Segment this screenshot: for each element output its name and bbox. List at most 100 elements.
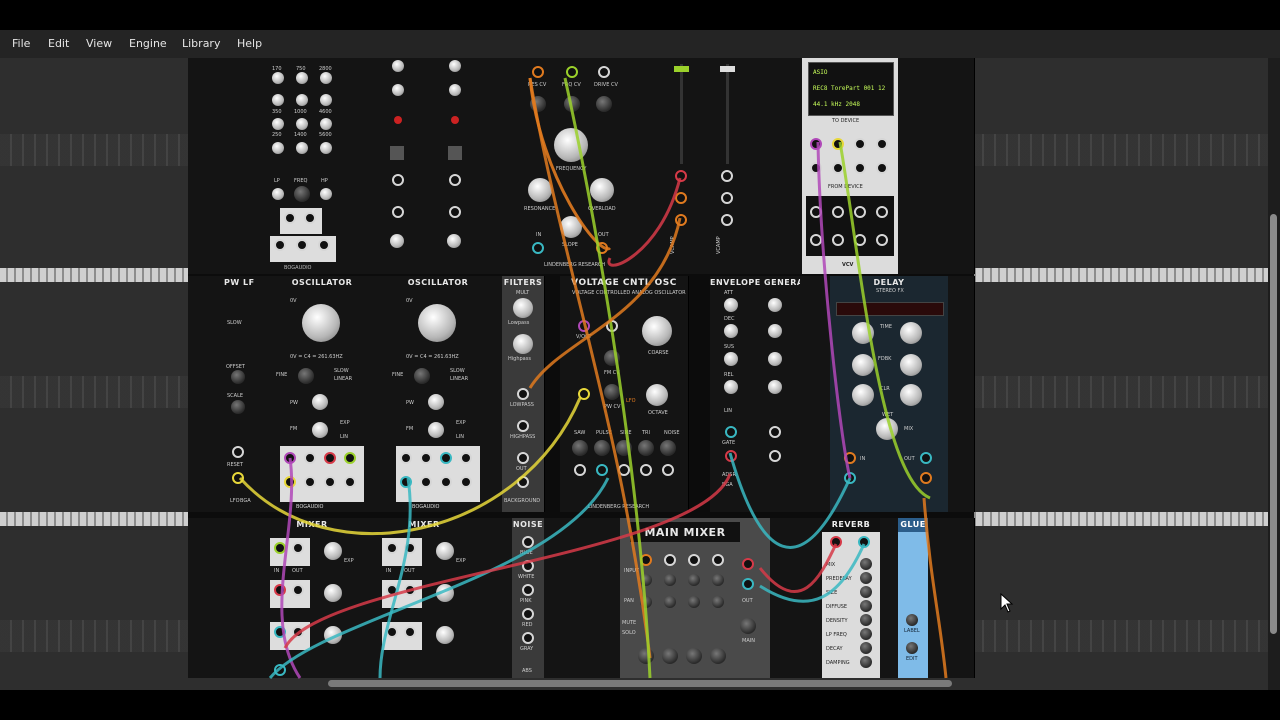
utility-module[interactable] <box>380 58 437 274</box>
ch2-cv-jack[interactable] <box>404 584 416 596</box>
small-knob[interactable] <box>392 84 404 96</box>
noise-module[interactable]: NOISE BLUE WHITE PINK RED GRAY ABS <box>512 518 545 678</box>
ch3-cv-jack[interactable] <box>404 626 416 638</box>
highpass-knob[interactable] <box>513 334 533 354</box>
to-device-jack-4[interactable] <box>876 138 888 150</box>
in3-jack[interactable] <box>688 554 700 566</box>
drive-cv-knob[interactable] <box>596 96 612 112</box>
offset-knob[interactable] <box>231 370 245 384</box>
pw-knob[interactable] <box>312 394 328 410</box>
to-device-jack-2[interactable] <box>832 138 844 150</box>
res-cv-jack[interactable] <box>532 66 544 78</box>
saw-out-jack[interactable] <box>304 452 316 464</box>
ch2-fader-knob[interactable] <box>662 648 678 664</box>
main-mixer-module[interactable]: MAIN MIXER INPUT PAN MUTE SOLO OUT MAIN <box>620 518 771 678</box>
ch1-in-jack[interactable] <box>274 542 286 554</box>
menu-edit[interactable]: Edit <box>48 37 69 50</box>
audio-device-module[interactable]: ASIO REC8 TorePart 001 12 44.1 kHz 2048 … <box>802 58 899 274</box>
in4-jack[interactable] <box>712 554 724 566</box>
ch3-level-knob[interactable] <box>436 626 454 644</box>
to-device-jack-7[interactable] <box>854 162 866 174</box>
out-jack[interactable] <box>675 214 687 226</box>
out-jack[interactable] <box>721 214 733 226</box>
freq-knob[interactable] <box>296 72 308 84</box>
env1-dec-knob[interactable] <box>724 324 738 338</box>
vertical-scroll-thumb[interactable] <box>1270 214 1277 634</box>
coarse-knob[interactable] <box>642 316 672 346</box>
density-knob[interactable] <box>860 614 872 626</box>
level-knob[interactable] <box>390 234 404 248</box>
freq-knob[interactable] <box>272 118 284 130</box>
mixer-module-2[interactable]: MIXER IN OUT EXP <box>376 518 473 678</box>
from-device-jack[interactable] <box>832 234 844 246</box>
pitch-knob[interactable] <box>418 304 456 342</box>
from-device-jack[interactable] <box>810 234 822 246</box>
freq-jack[interactable] <box>304 212 316 224</box>
pitch-knob[interactable] <box>302 304 340 342</box>
pw-cv-jack[interactable] <box>578 388 590 400</box>
env1-out-jack[interactable] <box>725 450 737 462</box>
pulse-out-jack[interactable] <box>596 464 608 476</box>
in-l-jack[interactable] <box>844 452 856 464</box>
ch3-level-knob[interactable] <box>324 626 342 644</box>
ch2-pan-knob[interactable] <box>664 596 676 608</box>
vertical-scrollbar[interactable] <box>1268 58 1280 690</box>
slope-knob[interactable] <box>560 216 582 238</box>
pulse-knob[interactable] <box>594 440 610 456</box>
sine-out-jack[interactable] <box>400 452 412 464</box>
freq-knob[interactable] <box>320 118 332 130</box>
tri-knob[interactable] <box>638 440 654 456</box>
env2-att-knob[interactable] <box>768 298 782 312</box>
freq-knob[interactable] <box>296 142 308 154</box>
sine-knob[interactable] <box>616 440 632 456</box>
feedback-knob-r[interactable] <box>900 354 922 376</box>
from-device-jack[interactable] <box>876 234 888 246</box>
in-jack[interactable] <box>675 192 687 204</box>
frequency-knob[interactable] <box>554 128 588 162</box>
menu-view[interactable]: View <box>86 37 112 50</box>
env2-dec-knob[interactable] <box>768 324 782 338</box>
lowpass-in-jack[interactable] <box>517 388 529 400</box>
in-r-jack[interactable] <box>858 536 870 548</box>
to-device-jack-8[interactable] <box>876 162 888 174</box>
diffuse-knob[interactable] <box>860 600 872 612</box>
pw-jack[interactable] <box>324 476 336 488</box>
fm-knob[interactable] <box>428 422 444 438</box>
oscillator-module-1[interactable]: OSCILLATOR 0V 0V = C4 = 261.63HZ FINE SL… <box>272 276 373 512</box>
ch3-fader-knob[interactable] <box>686 648 702 664</box>
tri-out-jack[interactable] <box>344 452 356 464</box>
lp-freq-knob[interactable] <box>860 628 872 640</box>
red-out-jack[interactable] <box>522 608 534 620</box>
sqr-out-jack[interactable] <box>440 452 452 464</box>
ch1-in-jack[interactable] <box>386 542 398 554</box>
from-device-jack[interactable] <box>832 206 844 218</box>
pw-knob[interactable] <box>428 394 444 410</box>
ch1-cv-jack[interactable] <box>292 542 304 554</box>
ch3-cv-jack[interactable] <box>292 626 304 638</box>
small-knob[interactable] <box>449 84 461 96</box>
vcamp-module[interactable]: VCAMP <box>714 58 743 274</box>
gray-out-jack[interactable] <box>522 632 534 644</box>
in-jack[interactable] <box>721 192 733 204</box>
out-jack[interactable] <box>232 472 244 484</box>
voct-jack[interactable] <box>400 476 412 488</box>
from-device-jack[interactable] <box>810 206 822 218</box>
ch1-fader-knob[interactable] <box>638 648 654 664</box>
freq-knob[interactable] <box>296 118 308 130</box>
frq-cv-knob[interactable] <box>564 96 580 112</box>
env1-gate-jack[interactable] <box>725 426 737 438</box>
background-jack[interactable] <box>517 476 529 488</box>
fine-knob[interactable] <box>414 368 430 384</box>
from-device-jack[interactable] <box>854 206 866 218</box>
to-device-jack-3[interactable] <box>854 138 866 150</box>
ch2-level-knob[interactable] <box>436 584 454 602</box>
ch4-fader-knob[interactable] <box>710 648 726 664</box>
white-out-jack[interactable] <box>522 560 534 572</box>
in2-jack[interactable] <box>664 554 676 566</box>
ch1-gain-knob[interactable] <box>640 574 652 586</box>
to-device-jack-5[interactable] <box>810 162 822 174</box>
from-device-jack[interactable] <box>854 234 866 246</box>
octave-knob[interactable] <box>646 384 668 406</box>
cv-jack[interactable] <box>675 170 687 182</box>
env2-sus-knob[interactable] <box>768 352 782 366</box>
